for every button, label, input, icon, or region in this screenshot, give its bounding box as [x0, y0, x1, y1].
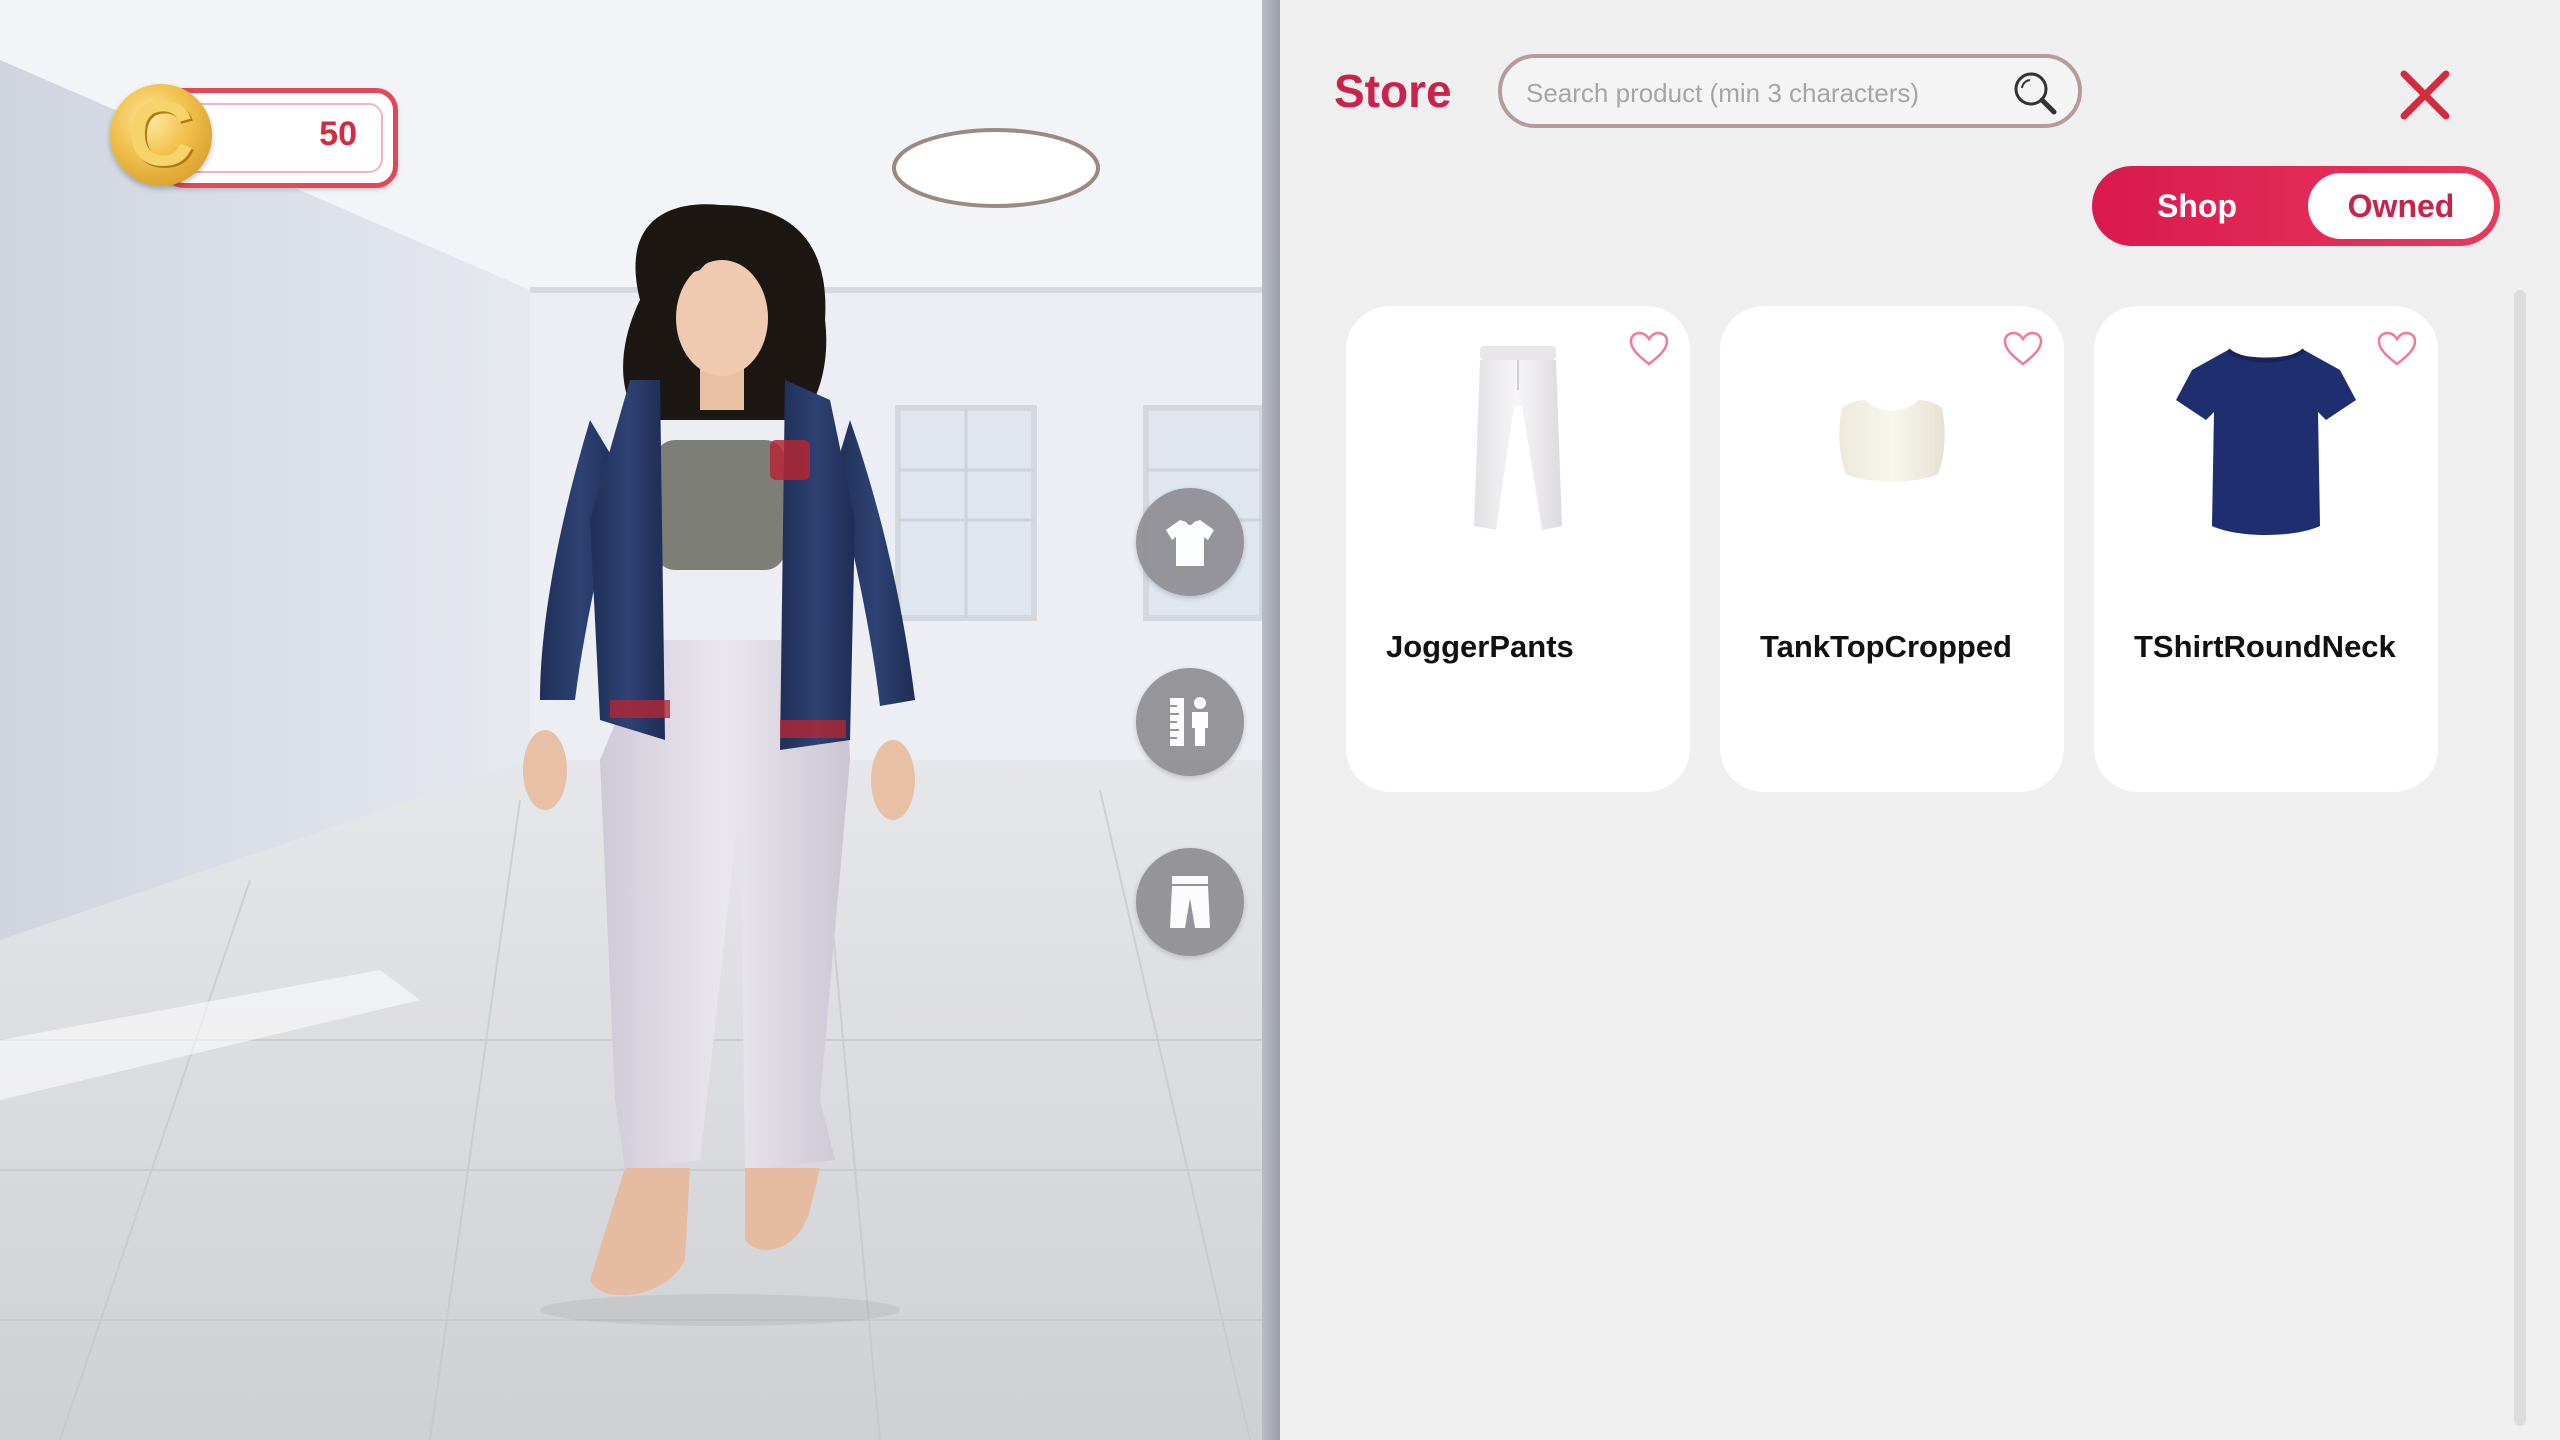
scene-panel-divider — [1262, 0, 1280, 1440]
avatar-scene[interactable]: 50 C — [0, 0, 1280, 1440]
close-button[interactable] — [2392, 62, 2458, 128]
room-render — [0, 0, 1280, 1440]
round-neck-tshirt-thumbnail — [2176, 348, 2356, 535]
product-card[interactable]: TShirtRoundNeck — [2094, 306, 2438, 792]
product-name: TankTopCropped — [1760, 629, 2012, 664]
shop-owned-toggle[interactable]: Shop Owned — [2092, 166, 2500, 246]
tab-shop[interactable]: Shop — [2092, 166, 2302, 246]
coin-counter: 50 C — [110, 83, 398, 188]
tshirt-icon — [1166, 520, 1214, 566]
search-input[interactable] — [1524, 72, 2008, 114]
jogger-pants-thumbnail — [1474, 346, 1562, 530]
cropped-tank-top-thumbnail — [1839, 400, 1945, 482]
product-card[interactable]: TankTopCropped — [1720, 306, 2064, 792]
body-measurements-button[interactable] — [1136, 668, 1244, 776]
bottoms-category-button[interactable] — [1136, 848, 1244, 956]
search-icon[interactable] — [2010, 68, 2060, 118]
close-icon — [2400, 70, 2450, 120]
coin-balance-value: 50 — [319, 115, 357, 153]
product-card[interactable]: JoggerPants — [1346, 306, 1690, 792]
coin-icon: C — [110, 83, 212, 186]
product-name: JoggerPants — [1386, 629, 1574, 664]
pants-icon — [1170, 876, 1210, 928]
tops-category-button[interactable] — [1136, 488, 1244, 596]
store-scrollbar[interactable] — [2514, 290, 2526, 1426]
product-name: TShirtRoundNeck — [2134, 629, 2396, 664]
store-panel: Store Shop Owned J — [1280, 0, 2560, 1440]
store-title: Store — [1334, 65, 1452, 117]
tab-owned[interactable]: Owned — [2308, 173, 2494, 239]
ruler-person-icon — [1170, 697, 1208, 746]
search-box[interactable] — [1498, 54, 2082, 128]
